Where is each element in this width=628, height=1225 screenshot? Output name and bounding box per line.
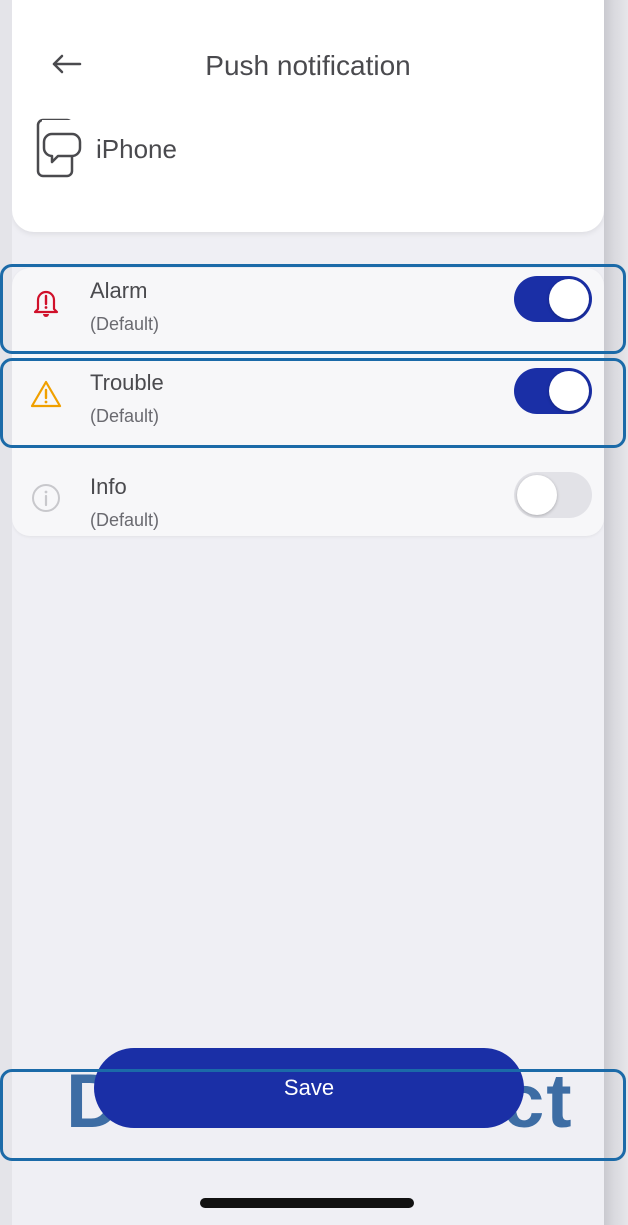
- app-screen: Push notification iPhone Alarm (Default): [12, 0, 604, 1225]
- info-toggle[interactable]: [514, 472, 592, 518]
- notification-row-info: Info (Default): [12, 464, 604, 552]
- info-sublabel: (Default): [90, 510, 160, 530]
- highlight-save-button: [0, 1069, 626, 1161]
- highlight-trouble-row: [0, 358, 626, 448]
- background-right: [604, 0, 628, 1225]
- info-label: Info: [90, 474, 127, 499]
- header-card: Push notification iPhone: [12, 0, 604, 232]
- device-name: iPhone: [96, 134, 177, 164]
- info-circle-icon: [32, 484, 60, 512]
- background-left: [0, 0, 12, 1225]
- page-title: Push notification: [205, 50, 411, 81]
- mobile-message-icon: [36, 118, 82, 178]
- toggle-knob: [517, 475, 557, 515]
- home-indicator: [200, 1198, 414, 1208]
- highlight-alarm-row: [0, 264, 626, 354]
